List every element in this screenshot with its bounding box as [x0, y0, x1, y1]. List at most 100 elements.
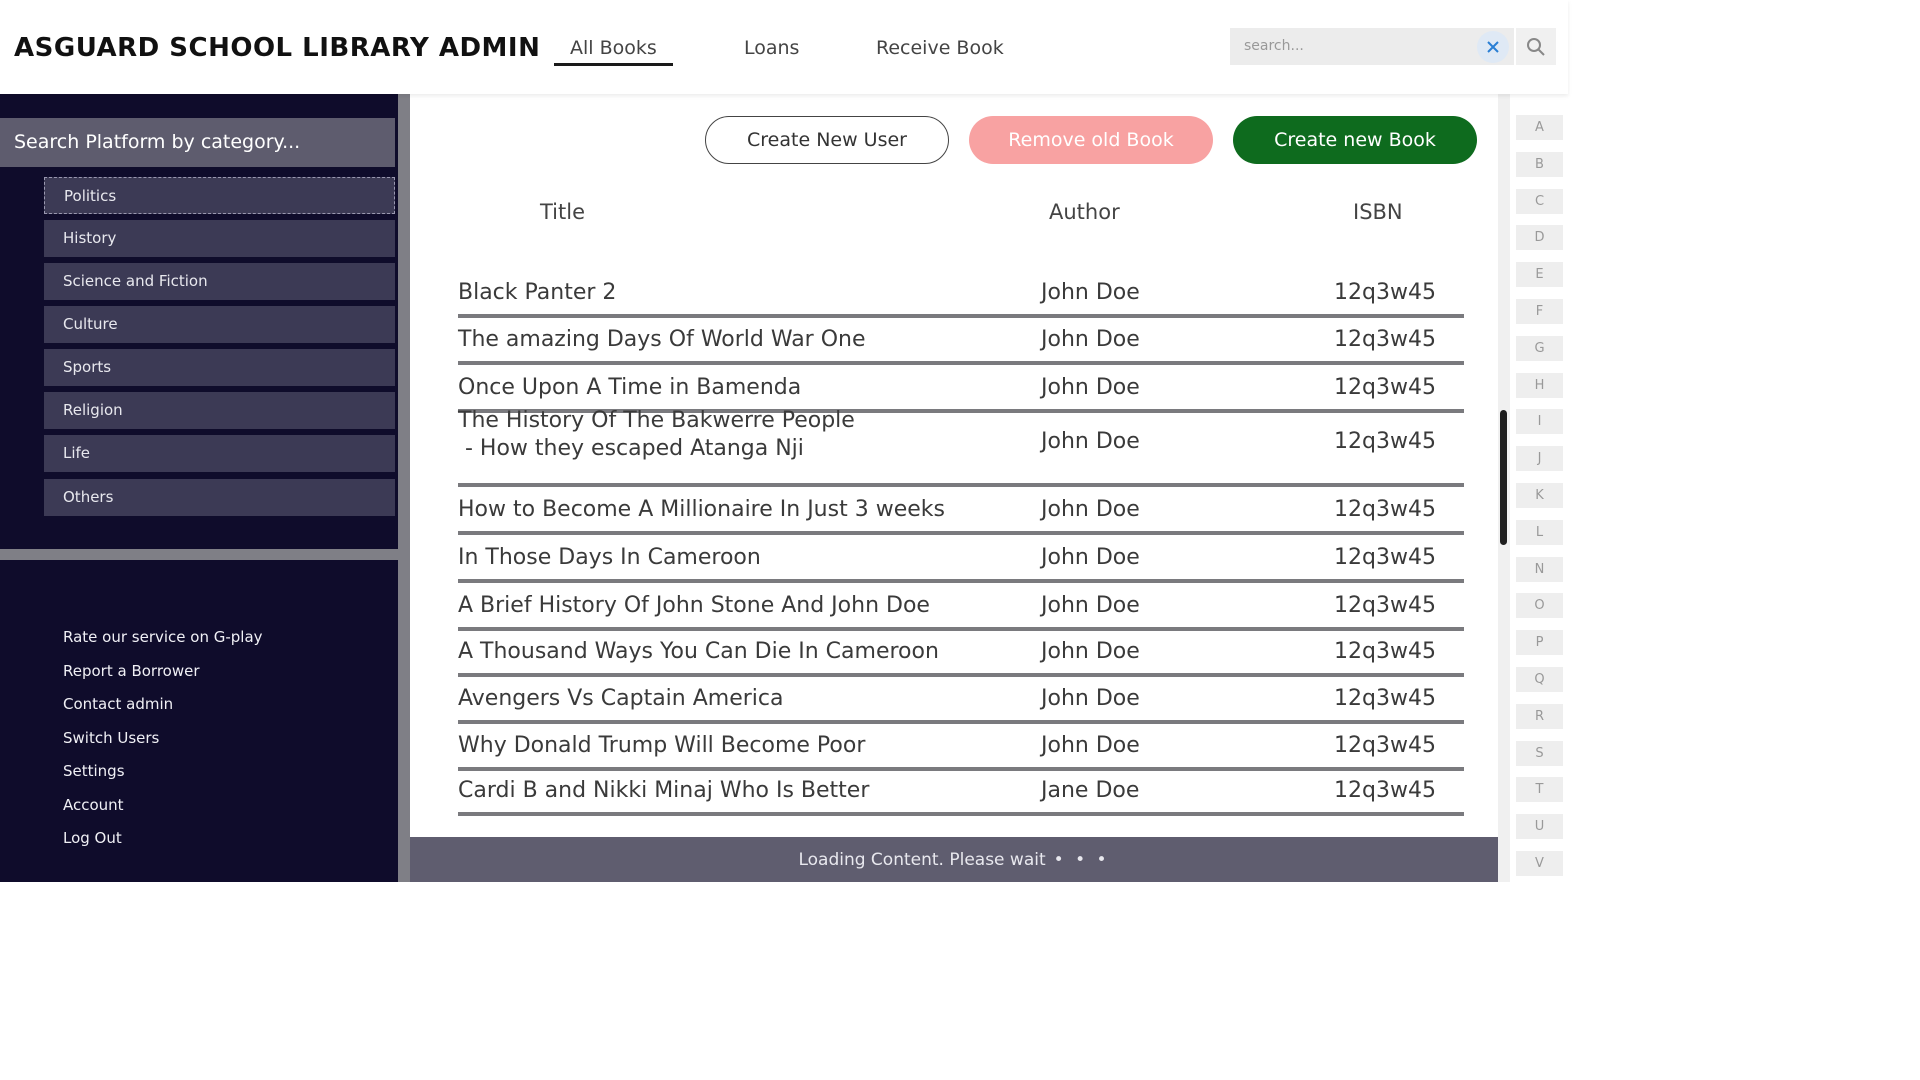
alphabet-letter[interactable]: S — [1516, 740, 1563, 766]
book-isbn: 12q3w45 — [1334, 733, 1436, 758]
alphabet-letter[interactable]: V — [1516, 851, 1563, 876]
close-icon — [1487, 41, 1499, 53]
category-item[interactable]: Religion — [44, 392, 395, 429]
alphabet-letter[interactable]: U — [1516, 814, 1563, 840]
book-author: John Doe — [1041, 545, 1140, 570]
book-author: John Doe — [1041, 280, 1140, 305]
tab-all-books[interactable]: All Books — [554, 37, 673, 66]
search-box — [1230, 28, 1514, 65]
table-row[interactable]: A Brief History Of John Stone And John D… — [458, 580, 1464, 631]
book-title: In Those Days In Cameroon — [458, 545, 761, 570]
sidebar-link[interactable]: Account — [63, 796, 124, 814]
alphabet-letter[interactable]: D — [1516, 225, 1563, 251]
alphabet-letter[interactable]: R — [1516, 703, 1563, 729]
sidebar-link[interactable]: Contact admin — [63, 695, 173, 713]
create-new-user-button[interactable]: Create New User — [705, 116, 949, 164]
book-title: The amazing Days Of World War One — [458, 327, 866, 352]
alphabet-letter[interactable]: T — [1516, 777, 1563, 803]
table-row[interactable]: The amazing Days Of World War One John Do… — [458, 314, 1464, 365]
table-row[interactable]: A Thousand Ways You Can Die In Cameroon J… — [458, 626, 1464, 677]
alphabet-letter[interactable]: F — [1516, 299, 1563, 324]
create-new-book-button[interactable]: Create new Book — [1233, 116, 1477, 164]
tab-receive-book[interactable]: Receive Book — [876, 37, 1004, 59]
category-item[interactable]: History — [44, 220, 395, 257]
remove-old-book-button[interactable]: Remove old Book — [969, 116, 1213, 164]
search-button[interactable] — [1516, 28, 1556, 65]
book-isbn: 12q3w45 — [1334, 429, 1436, 454]
scrollbar-thumb[interactable] — [1500, 410, 1507, 545]
book-author: John Doe — [1041, 327, 1140, 352]
book-title: A Brief History Of John Stone And John D… — [458, 593, 930, 618]
alphabet-letter[interactable]: N — [1516, 556, 1563, 582]
category-search-heading[interactable]: Search Platform by category... — [0, 118, 395, 167]
alphabet-letter[interactable]: K — [1516, 483, 1563, 508]
alphabet-letter[interactable]: H — [1516, 372, 1563, 398]
table-row[interactable]: Avengers Vs Captain America John Doe 12q3w… — [458, 674, 1464, 724]
sidebar-link[interactable]: Report a Borrower — [63, 662, 200, 680]
book-title: Once Upon A Time in Bamenda — [458, 375, 802, 400]
category-item[interactable]: Sports — [44, 349, 395, 386]
alphabet-letter[interactable]: J — [1516, 446, 1563, 472]
column-header-author: Author — [1049, 200, 1120, 224]
book-isbn: 12q3w45 — [1334, 280, 1436, 305]
search-icon — [1527, 37, 1545, 56]
book-isbn: 12q3w45 — [1334, 593, 1436, 618]
sidebar-link[interactable]: Rate our service on G-play — [63, 628, 263, 646]
book-isbn: 12q3w45 — [1334, 639, 1436, 664]
category-item[interactable]: Others — [44, 479, 395, 516]
book-isbn: 12q3w45 — [1334, 686, 1436, 711]
sidebar-link[interactable]: Log Out — [63, 829, 122, 847]
column-header-title: Title — [540, 200, 586, 224]
category-item[interactable]: Science and Fiction — [44, 263, 395, 300]
alphabet-letter[interactable]: L — [1516, 519, 1563, 545]
book-author: John Doe — [1041, 686, 1140, 711]
sidebar-divider — [0, 549, 398, 560]
category-item[interactable]: Culture — [44, 306, 395, 343]
book-isbn: 12q3w45 — [1334, 327, 1436, 352]
search-input[interactable] — [1242, 37, 1466, 55]
sidebar-link[interactable]: Settings — [63, 762, 125, 780]
alphabet-letter[interactable]: Q — [1516, 667, 1563, 692]
book-author: John Doe — [1041, 429, 1140, 454]
sidebar: Search Platform by category... Politics H… — [0, 94, 398, 882]
book-author: John Doe — [1041, 497, 1140, 522]
alphabet-letter[interactable]: O — [1516, 593, 1563, 619]
table-row[interactable]: The History Of The Bakwerre People - How… — [458, 407, 1464, 487]
column-header-isbn: ISBN — [1353, 200, 1403, 224]
table-row[interactable]: Once Upon A Time in Bamenda John Doe 12q3w… — [458, 362, 1464, 413]
book-isbn: 12q3w45 — [1334, 778, 1436, 803]
book-author: John Doe — [1041, 593, 1140, 618]
alphabet-letter[interactable]: E — [1516, 262, 1563, 288]
book-title-line: The History Of The Bakwerre People — [458, 408, 855, 433]
book-title: Avengers Vs Captain America — [458, 686, 784, 711]
book-author: Jane Doe — [1041, 778, 1140, 803]
book-title: The History Of The Bakwerre People - How… — [458, 407, 855, 463]
table-row[interactable]: In Those Days In Cameroon John Doe 12q3w45 — [458, 532, 1464, 583]
table-row[interactable]: Why Donald Trump Will Become Poor John Do… — [458, 720, 1464, 771]
book-isbn: 12q3w45 — [1334, 497, 1436, 522]
table-row[interactable]: Cardi B and Nikki Minaj Who Is Better Jan… — [458, 766, 1464, 816]
alphabet-letter[interactable]: A — [1516, 115, 1563, 140]
top-header: ASGUARD SCHOOL LIBRARY ADMIN All Books L… — [0, 0, 1568, 94]
alphabet-letter[interactable]: G — [1516, 335, 1563, 361]
category-item[interactable]: Politics — [44, 177, 395, 214]
alphabet-letter[interactable]: C — [1516, 188, 1563, 214]
book-subtitle: - How they escaped Atanga Nji — [458, 436, 804, 461]
alphabet-letter[interactable]: B — [1516, 151, 1563, 177]
book-author: John Doe — [1041, 375, 1140, 400]
book-author: John Doe — [1041, 733, 1140, 758]
table-row[interactable]: Black Panter 2 John Doe 12q3w45 — [458, 266, 1464, 318]
table-row[interactable]: How to Become A Millionaire In Just 3 we… — [458, 484, 1464, 535]
clear-search-button[interactable] — [1477, 31, 1509, 63]
tab-loans[interactable]: Loans — [744, 37, 799, 59]
alphabet-letter[interactable]: I — [1516, 409, 1563, 435]
alphabet-letter[interactable]: P — [1516, 630, 1563, 656]
book-title: Why Donald Trump Will Become Poor — [458, 733, 866, 758]
book-isbn: 12q3w45 — [1334, 545, 1436, 570]
loading-dots: • • • — [1053, 849, 1110, 870]
book-title: Cardi B and Nikki Minaj Who Is Better — [458, 778, 870, 803]
loading-bar: Loading Content. Please wait • • • — [410, 837, 1498, 882]
sidebar-link[interactable]: Switch Users — [63, 729, 159, 747]
category-item[interactable]: Life — [44, 435, 395, 472]
sidebar-gutter — [398, 94, 410, 882]
